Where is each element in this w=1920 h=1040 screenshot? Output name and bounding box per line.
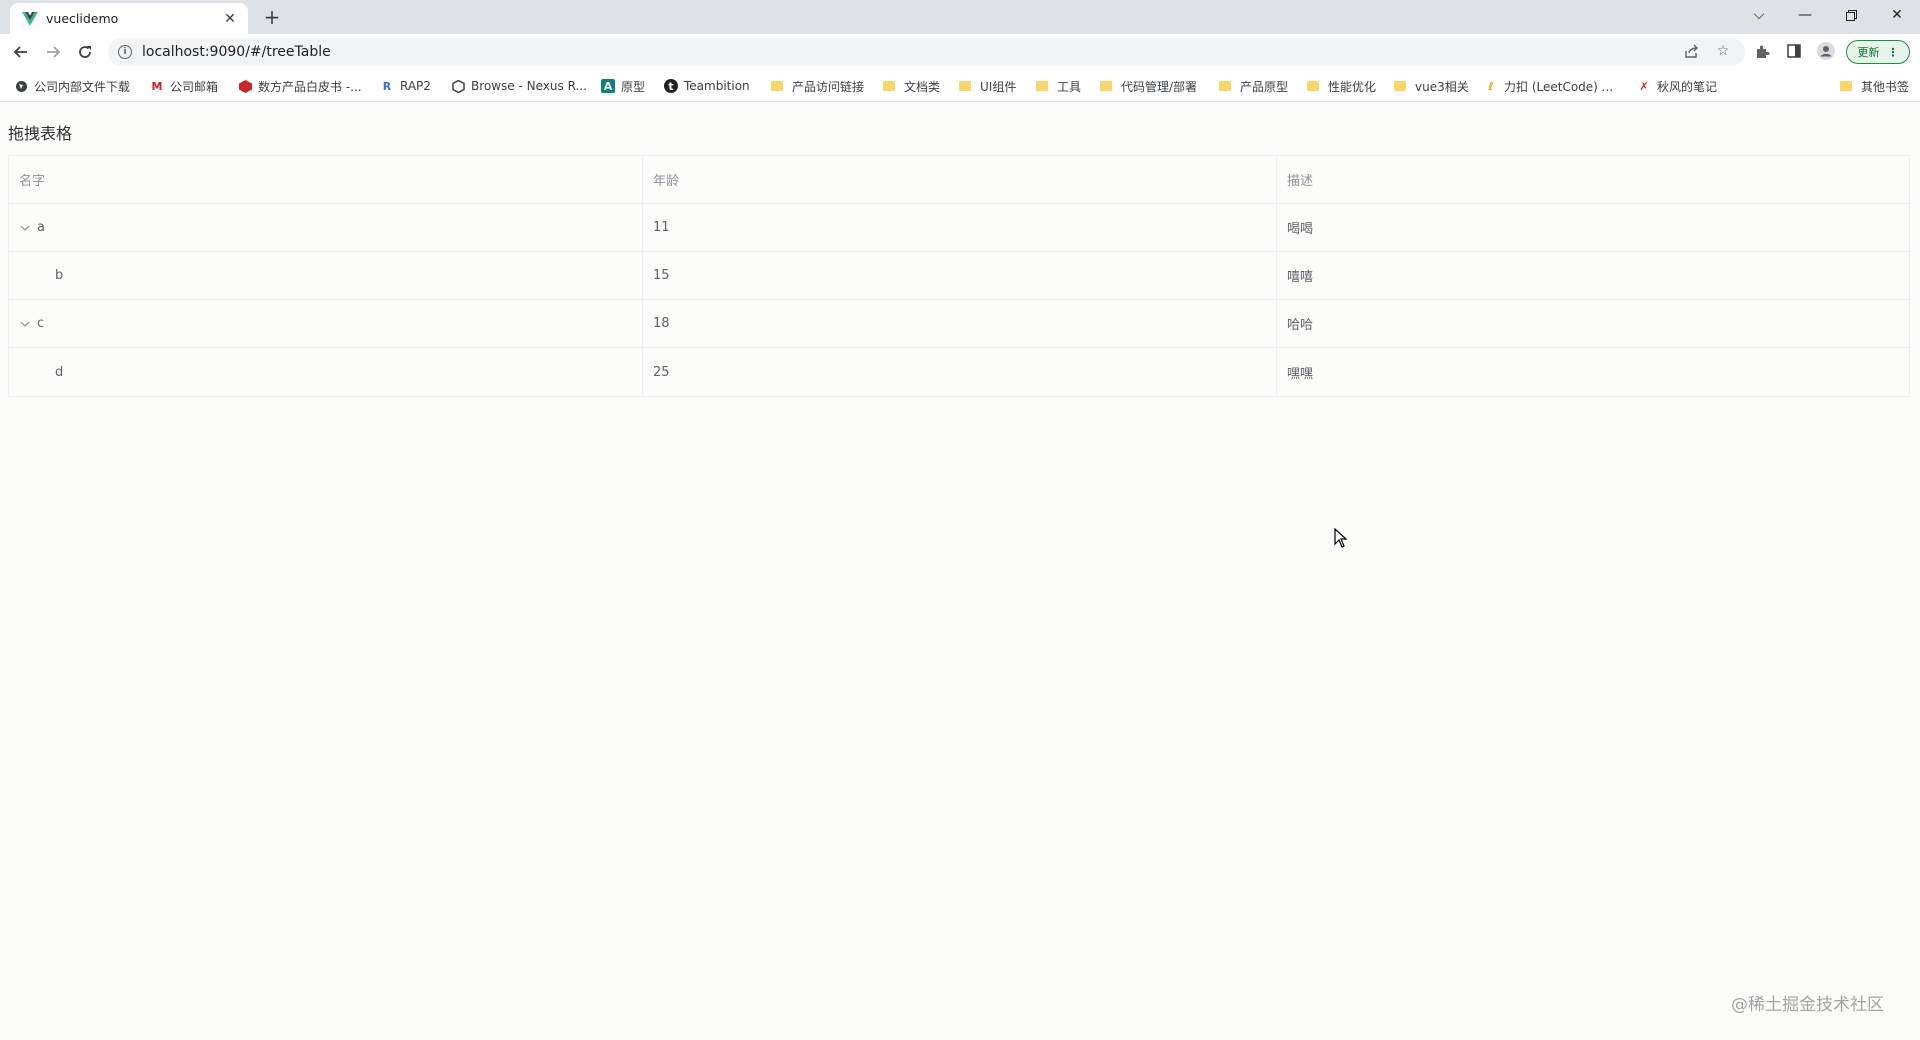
gmail-icon: M <box>151 79 163 93</box>
folder-icon <box>1307 81 1319 91</box>
folder-icon <box>1100 81 1112 91</box>
restore-button[interactable] <box>1828 0 1874 30</box>
globe-icon <box>14 79 28 93</box>
rap-icon: R <box>382 79 392 93</box>
address-bar[interactable]: i localhost:9090/#/treeTable <box>108 38 1745 66</box>
tab-strip: vueclidemo ✕ + ⌵ — ✕ <box>0 0 1920 34</box>
table-row[interactable]: c 18 哈哈 <box>9 300 1909 348</box>
table-row[interactable]: a 11 喝喝 <box>9 204 1909 252</box>
row-name: c <box>37 316 45 331</box>
bookmark-item[interactable]: t Teambition <box>664 76 750 96</box>
bookmark-folder[interactable]: 性能优化 <box>1307 76 1376 96</box>
side-panel-icon[interactable] <box>1784 41 1804 61</box>
column-header-desc[interactable]: 描述 <box>1277 156 1909 203</box>
row-age: 18 <box>643 300 1277 347</box>
tab-search-icon[interactable]: ⌵ <box>1736 0 1782 30</box>
profile-avatar[interactable] <box>1816 41 1836 61</box>
url-text: localhost:9090/#/treeTable <box>142 44 331 60</box>
bookmark-folder[interactable]: 工具 <box>1036 76 1081 96</box>
chevron-down-icon[interactable] <box>19 225 31 231</box>
bookmark-folder[interactable]: UI组件 <box>959 76 1016 96</box>
bookmarks-bar: 公司内部文件下载 M 公司邮箱 数方产品白皮书 -... R RAP2 Brow… <box>0 70 1920 102</box>
watermark: @稀土掘金技术社区 <box>1731 995 1884 1015</box>
leetcode-icon: ℓ <box>1488 79 1494 93</box>
forward-button[interactable] <box>41 40 65 64</box>
back-button[interactable] <box>9 40 33 64</box>
folder-icon <box>1840 81 1852 91</box>
update-button[interactable]: 更新 ⋮ <box>1846 40 1910 64</box>
new-tab-button[interactable]: + <box>262 5 282 29</box>
tab-close-icon[interactable]: ✕ <box>222 11 238 27</box>
update-label: 更新 <box>1857 46 1880 59</box>
red-logo-icon <box>238 79 252 93</box>
reload-button[interactable] <box>73 40 97 64</box>
folder-icon <box>771 81 783 91</box>
vue-logo-icon <box>22 11 38 27</box>
bookmark-item[interactable]: R RAP2 <box>380 76 431 96</box>
bookmark-item[interactable]: Browse - Nexus R... <box>451 76 587 96</box>
row-name: d <box>55 364 64 380</box>
column-header-name[interactable]: 名字 <box>9 156 643 203</box>
bookmark-folder[interactable]: 代码管理/部署 <box>1100 76 1197 96</box>
minimize-button[interactable]: — <box>1782 0 1828 30</box>
row-age: 11 <box>643 204 1277 251</box>
notes-icon: ✗ <box>1639 79 1649 93</box>
more-menu-icon: ⋮ <box>1887 45 1899 59</box>
page-title: 拖拽表格 <box>8 124 73 143</box>
folder-icon <box>1036 81 1048 91</box>
chevron-down-icon[interactable] <box>19 321 31 327</box>
site-info-icon[interactable]: i <box>118 45 132 59</box>
bookmark-star-icon[interactable]: ☆ <box>1713 41 1733 61</box>
tree-table: 名字 年龄 描述 a 11 喝喝 b 15 嘻嘻 c 18 哈哈 d 25 嘿嘿 <box>8 155 1910 397</box>
bookmark-item[interactable]: A 原型 <box>601 76 645 96</box>
extensions-icon[interactable] <box>1752 41 1772 61</box>
axure-icon: A <box>601 79 615 93</box>
bookmark-folder[interactable]: 文档类 <box>883 76 940 96</box>
bookmark-item[interactable]: ℓ 力扣 (LeetCode) ... <box>1484 76 1613 96</box>
browser-toolbar: i localhost:9090/#/treeTable ☆ 更新 ⋮ <box>0 34 1920 70</box>
row-name: a <box>37 220 45 235</box>
row-age: 25 <box>643 348 1277 396</box>
other-bookmarks-folder[interactable]: 其他书签 <box>1840 76 1909 96</box>
tab-title: vueclidemo <box>46 11 119 26</box>
table-row[interactable]: d 25 嘿嘿 <box>9 348 1909 396</box>
folder-icon <box>1394 81 1406 91</box>
mouse-cursor-icon <box>1334 527 1348 552</box>
nexus-icon <box>451 79 465 93</box>
bookmark-item[interactable]: ✗ 秋风的笔记 <box>1637 76 1717 96</box>
table-row[interactable]: b 15 嘻嘻 <box>9 252 1909 300</box>
close-window-button[interactable]: ✕ <box>1874 0 1920 30</box>
share-icon[interactable] <box>1681 41 1701 61</box>
folder-icon <box>883 81 895 91</box>
bookmark-folder[interactable]: vue3相关 <box>1394 76 1469 96</box>
row-desc: 哈哈 <box>1287 318 1314 333</box>
table-header-row: 名字 年龄 描述 <box>9 156 1909 204</box>
bookmark-item[interactable]: 公司内部文件下载 <box>14 76 130 96</box>
row-name: b <box>55 268 64 283</box>
row-desc: 喝喝 <box>1287 222 1314 237</box>
bookmark-folder[interactable]: 产品原型 <box>1219 76 1288 96</box>
teambition-icon: t <box>664 79 678 93</box>
folder-icon <box>959 81 971 91</box>
row-desc: 嘻嘻 <box>1287 270 1314 285</box>
folder-icon <box>1219 81 1231 91</box>
row-age: 15 <box>643 252 1277 299</box>
bookmark-item[interactable]: 数方产品白皮书 -... <box>238 76 362 96</box>
bookmark-folder[interactable]: 产品访问链接 <box>771 76 864 96</box>
bookmark-item[interactable]: M 公司邮箱 <box>150 76 219 96</box>
column-header-age[interactable]: 年龄 <box>643 156 1277 203</box>
row-desc: 嘿嘿 <box>1287 366 1314 382</box>
browser-tab[interactable]: vueclidemo ✕ <box>10 3 248 34</box>
